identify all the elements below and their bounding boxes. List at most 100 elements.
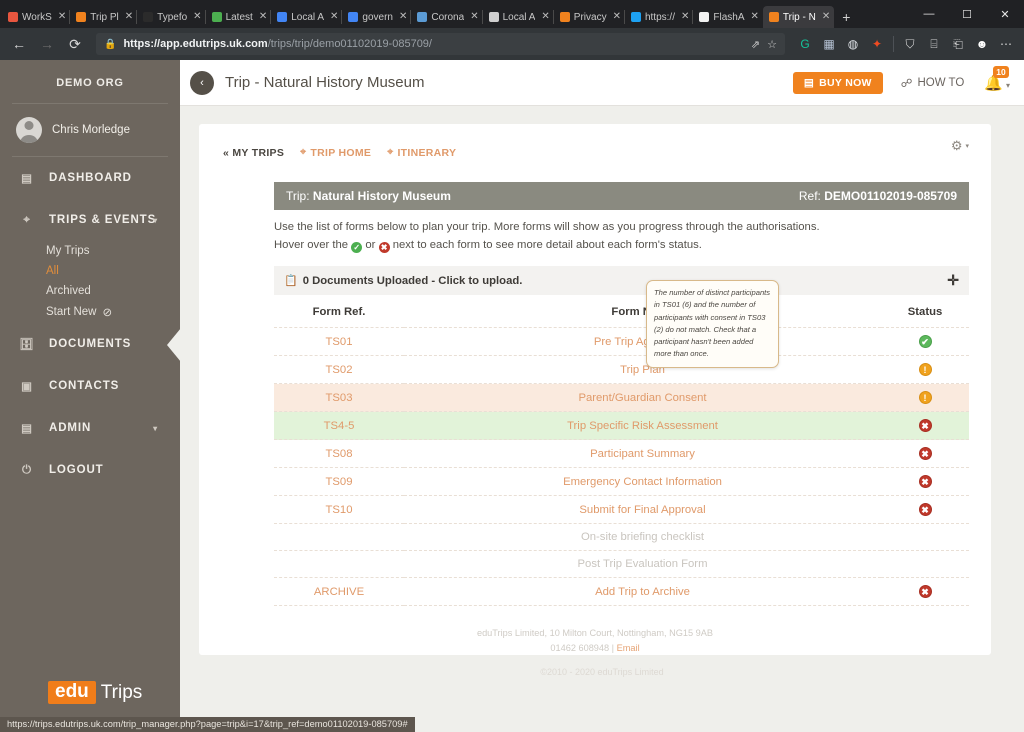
cell-form-name[interactable]: Emergency Contact Information xyxy=(404,467,881,496)
cell-form-name[interactable]: Pre Trip Agreement xyxy=(404,327,881,356)
status-badge-err[interactable]: ✖ xyxy=(918,503,932,516)
table-row[interactable]: TS08 Participant Summary ✖ xyxy=(274,439,969,468)
cell-form-ref[interactable]: TS08 xyxy=(274,439,404,468)
share-feedback-icon[interactable]: ⎗ xyxy=(946,32,970,56)
table-row[interactable]: On-site briefing checklist xyxy=(274,523,969,551)
pocket-extension-icon[interactable]: ◍ xyxy=(841,32,865,56)
close-window-button[interactable]: ✕ xyxy=(986,0,1024,28)
maximize-button[interactable]: ☐ xyxy=(948,0,986,28)
browser-tab[interactable]: Corona ✕ xyxy=(410,6,482,28)
browser-tab[interactable]: Latest ✕ xyxy=(204,6,272,28)
table-row[interactable]: TS4-5 Trip Specific Risk Assessment ✖ xyxy=(274,411,969,440)
cell-form-name[interactable]: Add Trip to Archive xyxy=(404,577,881,606)
minimize-button[interactable]: — xyxy=(910,0,948,28)
reload-button[interactable]: ⟳ xyxy=(62,31,88,57)
forward-button[interactable]: → xyxy=(34,31,60,57)
sidebar-item-contacts[interactable]: ▣ CONTACTS xyxy=(0,365,180,407)
browser-tab[interactable]: Typefo ✕ xyxy=(136,6,205,28)
cell-form-ref[interactable]: TS02 xyxy=(274,355,404,384)
browser-tab[interactable]: FlashA ✕ xyxy=(692,6,763,28)
tab-close-icon[interactable]: ✕ xyxy=(470,12,478,22)
cell-form-name[interactable]: Trip Specific Risk Assessment xyxy=(404,411,881,440)
cell-form-ref[interactable]: TS01 xyxy=(274,327,404,356)
favorite-star-icon[interactable]: ☆ xyxy=(767,38,777,51)
cell-form-name[interactable]: Parent/Guardian Consent xyxy=(404,383,881,412)
cell-form-ref[interactable]: TS09 xyxy=(274,467,404,496)
profile-icon[interactable]: ☻ xyxy=(970,32,994,56)
cell-form-ref[interactable]: ARCHIVE xyxy=(274,577,404,606)
tab-close-icon[interactable]: ✕ xyxy=(330,12,338,22)
add-document-button[interactable]: ✛ xyxy=(947,272,959,289)
browser-tab[interactable]: WorkS ✕ xyxy=(2,6,70,28)
sidebar-item-admin[interactable]: ▤ ADMIN ▾ xyxy=(0,407,180,449)
card-nav-my-trips[interactable]: « MY TRIPS xyxy=(223,147,284,159)
tab-close-icon[interactable]: ✕ xyxy=(193,12,201,22)
collections-icon[interactable]: ⛉ xyxy=(898,32,922,56)
table-row[interactable]: TS01 Pre Trip Agreement ✔ xyxy=(274,327,969,356)
cell-form-ref[interactable]: TS4-5 xyxy=(274,411,404,440)
tab-close-icon[interactable]: ✕ xyxy=(259,12,267,22)
table-row[interactable]: Post Trip Evaluation Form xyxy=(274,550,969,578)
grammarly-extension-icon[interactable]: G xyxy=(793,32,817,56)
browser-tab[interactable]: https:// ✕ xyxy=(623,6,693,28)
chevron-down-icon[interactable]: ▾ xyxy=(1006,81,1010,90)
settings-more-icon[interactable]: ⋯ xyxy=(994,32,1018,56)
browser-tab[interactable]: govern ✕ xyxy=(341,6,411,28)
status-badge-warn[interactable]: ! xyxy=(918,391,932,404)
documents-upload-bar[interactable]: 📋 0 Documents Uploaded - Click to upload… xyxy=(274,266,969,295)
sidebar-item-documents[interactable]: 🗄 DOCUMENTS xyxy=(0,323,180,365)
back-button[interactable]: ← xyxy=(6,31,32,57)
table-row[interactable]: TS02 Trip Plan! xyxy=(274,355,969,384)
card-settings-button[interactable]: ⚙ ▾ xyxy=(951,138,969,154)
browser-tab[interactable]: Local A ✕ xyxy=(481,6,554,28)
browser-tab[interactable]: Local A ✕ xyxy=(270,6,342,28)
browser-tab[interactable]: Trip - N ✕ xyxy=(762,6,835,28)
how-to-link[interactable]: ☍ HOW TO xyxy=(901,76,965,90)
table-row[interactable]: TS10 Submit for Final Approval ✖ xyxy=(274,495,969,524)
footer-email-link[interactable]: Email xyxy=(617,643,640,653)
cell-form-name[interactable]: Participant Summary xyxy=(404,439,881,468)
sidebar-user-row[interactable]: Chris Morledge xyxy=(0,104,180,156)
tab-close-icon[interactable]: ✕ xyxy=(125,12,133,22)
status-badge-err[interactable]: ✖ xyxy=(918,447,932,460)
tab-close-icon[interactable]: ✕ xyxy=(751,12,759,22)
table-row[interactable]: TS03 Parent/Guardian Consent! xyxy=(274,383,969,412)
sidebar-item-trips-events[interactable]: ⌖ TRIPS & EVENTS ▾ xyxy=(0,199,180,241)
status-badge-err[interactable]: ✖ xyxy=(918,585,932,598)
chevron-down-icon[interactable]: ▾ xyxy=(153,424,158,433)
status-badge-err[interactable]: ✖ xyxy=(918,419,932,432)
status-badge-ok[interactable]: ✔ xyxy=(918,335,932,348)
tab-close-icon[interactable]: ✕ xyxy=(58,12,66,22)
tab-close-icon[interactable]: ✕ xyxy=(822,12,830,22)
cell-form-name[interactable]: Trip Plan xyxy=(404,355,881,384)
browser-tab[interactable]: Trip Pl ✕ xyxy=(69,6,137,28)
sidebar-item-logout[interactable]: ⏻ LOGOUT xyxy=(0,449,180,491)
status-badge-err[interactable]: ✖ xyxy=(918,475,932,488)
back-circle-button[interactable]: ‹ xyxy=(190,70,214,95)
notifications-button[interactable]: 🔔 10 ▾ xyxy=(984,65,1010,92)
sidebar-subitem-archived[interactable]: Archived xyxy=(0,281,180,301)
card-nav-trip-home[interactable]: ⌖ TRIP HOME xyxy=(300,146,371,159)
table-row[interactable]: ARCHIVE Add Trip to Archive ✖ xyxy=(274,577,969,606)
cell-form-name[interactable]: Submit for Final Approval xyxy=(404,495,881,524)
tab-close-icon[interactable]: ✕ xyxy=(399,12,407,22)
sidebar-subitem-my-trips[interactable]: My Trips xyxy=(0,241,180,261)
cell-form-ref[interactable]: TS10 xyxy=(274,495,404,524)
sidebar-item-dashboard[interactable]: ▤ DASHBOARD xyxy=(0,157,180,199)
table-row[interactable]: TS09 Emergency Contact Information ✖ xyxy=(274,467,969,496)
tab-close-icon[interactable]: ✕ xyxy=(541,12,549,22)
status-badge-warn[interactable]: ! xyxy=(918,363,932,376)
cell-form-ref[interactable]: TS03 xyxy=(274,383,404,412)
share-icon[interactable]: ⇗ xyxy=(751,38,760,51)
new-tab-button[interactable]: + xyxy=(834,9,858,28)
screenshot-extension-icon[interactable]: ▦ xyxy=(817,32,841,56)
tab-close-icon[interactable]: ✕ xyxy=(681,12,689,22)
tab-close-icon[interactable]: ✕ xyxy=(613,12,621,22)
sidebar-subitem-start-new[interactable]: Start New ⊘ xyxy=(0,301,180,323)
adobe-extension-icon[interactable]: ✦ xyxy=(865,32,889,56)
address-bar[interactable]: 🔒 https://app.edutrips.uk.com/trips/trip… xyxy=(96,33,785,55)
buy-now-button[interactable]: ▤ BUY NOW xyxy=(792,71,883,94)
chevron-down-icon[interactable]: ▾ xyxy=(153,216,158,225)
browser-tab[interactable]: Privacy ✕ xyxy=(552,6,625,28)
browser-essentials-icon[interactable]: ⌸ xyxy=(922,32,946,56)
